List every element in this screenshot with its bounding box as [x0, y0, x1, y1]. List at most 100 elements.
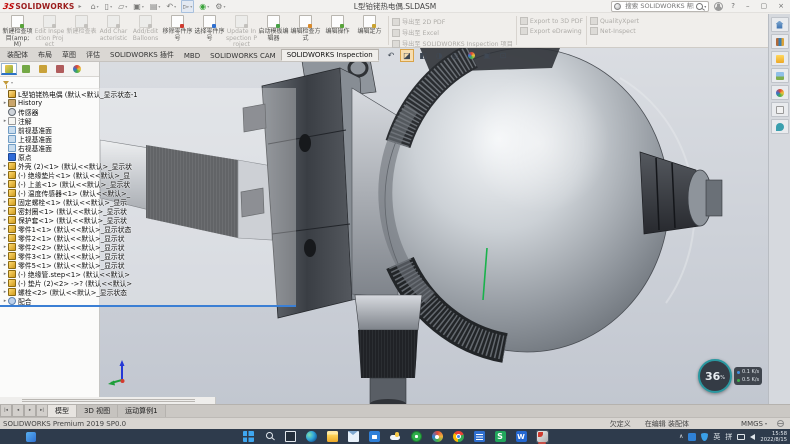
status-globe-icon[interactable]: [777, 420, 784, 427]
view-tool-button[interactable]: [400, 49, 414, 62]
panel-tab[interactable]: [18, 63, 34, 75]
ribbon-button[interactable]: 新建检查项目(amp;M): [2, 14, 33, 49]
taskbar-app-button[interactable]: [368, 430, 381, 443]
view-tab[interactable]: 模型: [48, 405, 77, 417]
command-tab[interactable]: 装配体: [2, 49, 33, 61]
ribbon-button[interactable]: Edit Inspection Project: [34, 14, 65, 49]
taskbar-app-button[interactable]: [242, 430, 255, 443]
task-pane-button[interactable]: [771, 51, 789, 66]
user-login-icon[interactable]: [714, 2, 723, 11]
taskbar-app-button[interactable]: [347, 430, 360, 443]
task-pane-button[interactable]: [771, 34, 789, 49]
restore-button[interactable]: ▢: [758, 1, 771, 12]
minimize-button[interactable]: –: [743, 1, 753, 12]
quick-access-button[interactable]: [165, 1, 177, 12]
view-tool-button[interactable]: [384, 49, 398, 62]
ribbon-button[interactable]: Update Inspection Project: [226, 14, 257, 49]
tray-app-icon[interactable]: [688, 433, 696, 441]
ribbon-button[interactable]: 移除零件序号: [162, 14, 193, 42]
panel-splitter[interactable]: [0, 305, 296, 307]
ribbon-button[interactable]: 选择零件序号: [194, 14, 225, 42]
ribbon-button[interactable]: 启动模板编辑器: [258, 14, 289, 42]
tree-item[interactable]: ▸ 配合: [2, 296, 296, 305]
language-indicator[interactable]: 英: [713, 432, 720, 442]
task-pane-button[interactable]: [771, 17, 789, 32]
tree-item[interactable]: L型铂铑热电偶 (默认<默认_显示状态-1: [2, 89, 296, 98]
tree-item[interactable]: 传感器: [2, 107, 296, 116]
close-button[interactable]: ×: [775, 1, 787, 12]
display-icon[interactable]: [737, 434, 745, 440]
task-pane-button[interactable]: [771, 68, 789, 83]
tree-item[interactable]: 右视基准面: [2, 143, 296, 152]
ribbon-button[interactable]: 编辑操作: [322, 14, 353, 36]
command-tab[interactable]: 布局: [33, 49, 57, 61]
taskbar-app-button[interactable]: [494, 430, 507, 443]
tree-item[interactable]: ▸ 螺栓<2> (默认<<默认>_显示状态: [2, 287, 296, 296]
command-tab[interactable]: SOLIDWORKS CAM: [205, 51, 281, 61]
panel-tab[interactable]: [69, 63, 85, 75]
help-button[interactable]: ?: [728, 1, 738, 12]
task-pane-button[interactable]: [771, 85, 789, 100]
quick-access-button[interactable]: [132, 1, 145, 12]
taskbar-app-button[interactable]: [389, 430, 402, 443]
taskbar-app-button[interactable]: [263, 430, 276, 443]
quick-access-button[interactable]: [90, 1, 100, 12]
tree-item[interactable]: ▸ History: [2, 98, 296, 107]
command-tab[interactable]: 草图: [57, 49, 81, 61]
view-tool-button[interactable]: [448, 49, 462, 62]
view-tool-button[interactable]: [416, 49, 430, 62]
menu-expand-arrow-icon[interactable]: ▸: [79, 3, 82, 10]
panel-tab[interactable]: [35, 63, 51, 75]
search-options-caret-icon[interactable]: ▾: [704, 4, 706, 9]
panel-tab[interactable]: [52, 63, 68, 75]
command-tab[interactable]: 评估: [81, 49, 105, 61]
quick-access-button[interactable]: [198, 1, 210, 12]
panel-tab[interactable]: [1, 63, 17, 75]
quick-access-button[interactable]: [117, 1, 128, 12]
memory-usage-badge[interactable]: 36 %: [698, 359, 732, 393]
view-tool-button[interactable]: [496, 49, 510, 62]
ime-indicator[interactable]: 拼: [725, 432, 732, 442]
command-tab[interactable]: MBD: [179, 51, 205, 61]
view-tool-button[interactable]: [432, 49, 446, 62]
quick-access-button[interactable]: [214, 1, 226, 12]
taskbar-app-button[interactable]: [452, 430, 465, 443]
quick-access-button[interactable]: [149, 1, 162, 12]
quick-access-button[interactable]: [104, 1, 113, 12]
taskbar-app-button[interactable]: [326, 430, 339, 443]
tab-scroll-button[interactable]: ◂: [12, 405, 24, 417]
units-selector[interactable]: MMGS: [741, 420, 767, 428]
search-input[interactable]: [623, 1, 696, 11]
ribbon-button[interactable]: 编辑定方: [354, 14, 385, 36]
view-tab[interactable]: 运动算例1: [118, 405, 165, 417]
ribbon-button[interactable]: Add/Edit Balloons: [130, 14, 161, 42]
command-tab[interactable]: SOLIDWORKS 插件: [105, 49, 179, 61]
task-pane-button[interactable]: [771, 102, 789, 117]
hidden-icons-chevron-icon[interactable]: ∧: [679, 433, 683, 440]
taskbar-app-button[interactable]: [431, 430, 444, 443]
tab-scroll-button[interactable]: |◂: [0, 405, 12, 417]
help-search-box[interactable]: ▾: [611, 1, 709, 12]
view-tool-button[interactable]: [480, 49, 494, 62]
clock[interactable]: 15:58 2022/8/15: [760, 431, 787, 443]
taskbar-app-button[interactable]: [305, 430, 318, 443]
taskbar-app-button[interactable]: [410, 430, 423, 443]
search-icon[interactable]: [696, 3, 703, 10]
tab-scroll-button[interactable]: ▸: [24, 405, 36, 417]
security-shield-icon[interactable]: [701, 433, 708, 441]
view-tab[interactable]: 3D 视图: [77, 405, 118, 417]
taskbar-app-button[interactable]: [515, 430, 528, 443]
ribbon-button[interactable]: Add Characteristic: [98, 14, 129, 42]
tab-scroll-button[interactable]: ▸|: [36, 405, 48, 417]
ribbon-button[interactable]: 新建检查表: [66, 14, 97, 36]
task-pane-button[interactable]: [771, 119, 789, 134]
performance-widget[interactable]: 36 % 0.1 K/s 0.5 K/s: [698, 359, 762, 393]
quick-access-button[interactable]: [181, 0, 194, 13]
taskbar-app-button[interactable]: [536, 430, 549, 443]
view-tool-button[interactable]: [464, 49, 478, 62]
volume-icon[interactable]: [750, 434, 755, 440]
widgets-icon[interactable]: [26, 432, 36, 442]
taskbar-app-button[interactable]: [284, 430, 297, 443]
taskbar-app-button[interactable]: [473, 430, 486, 443]
command-tab[interactable]: SOLIDWORKS Inspection: [281, 49, 379, 61]
